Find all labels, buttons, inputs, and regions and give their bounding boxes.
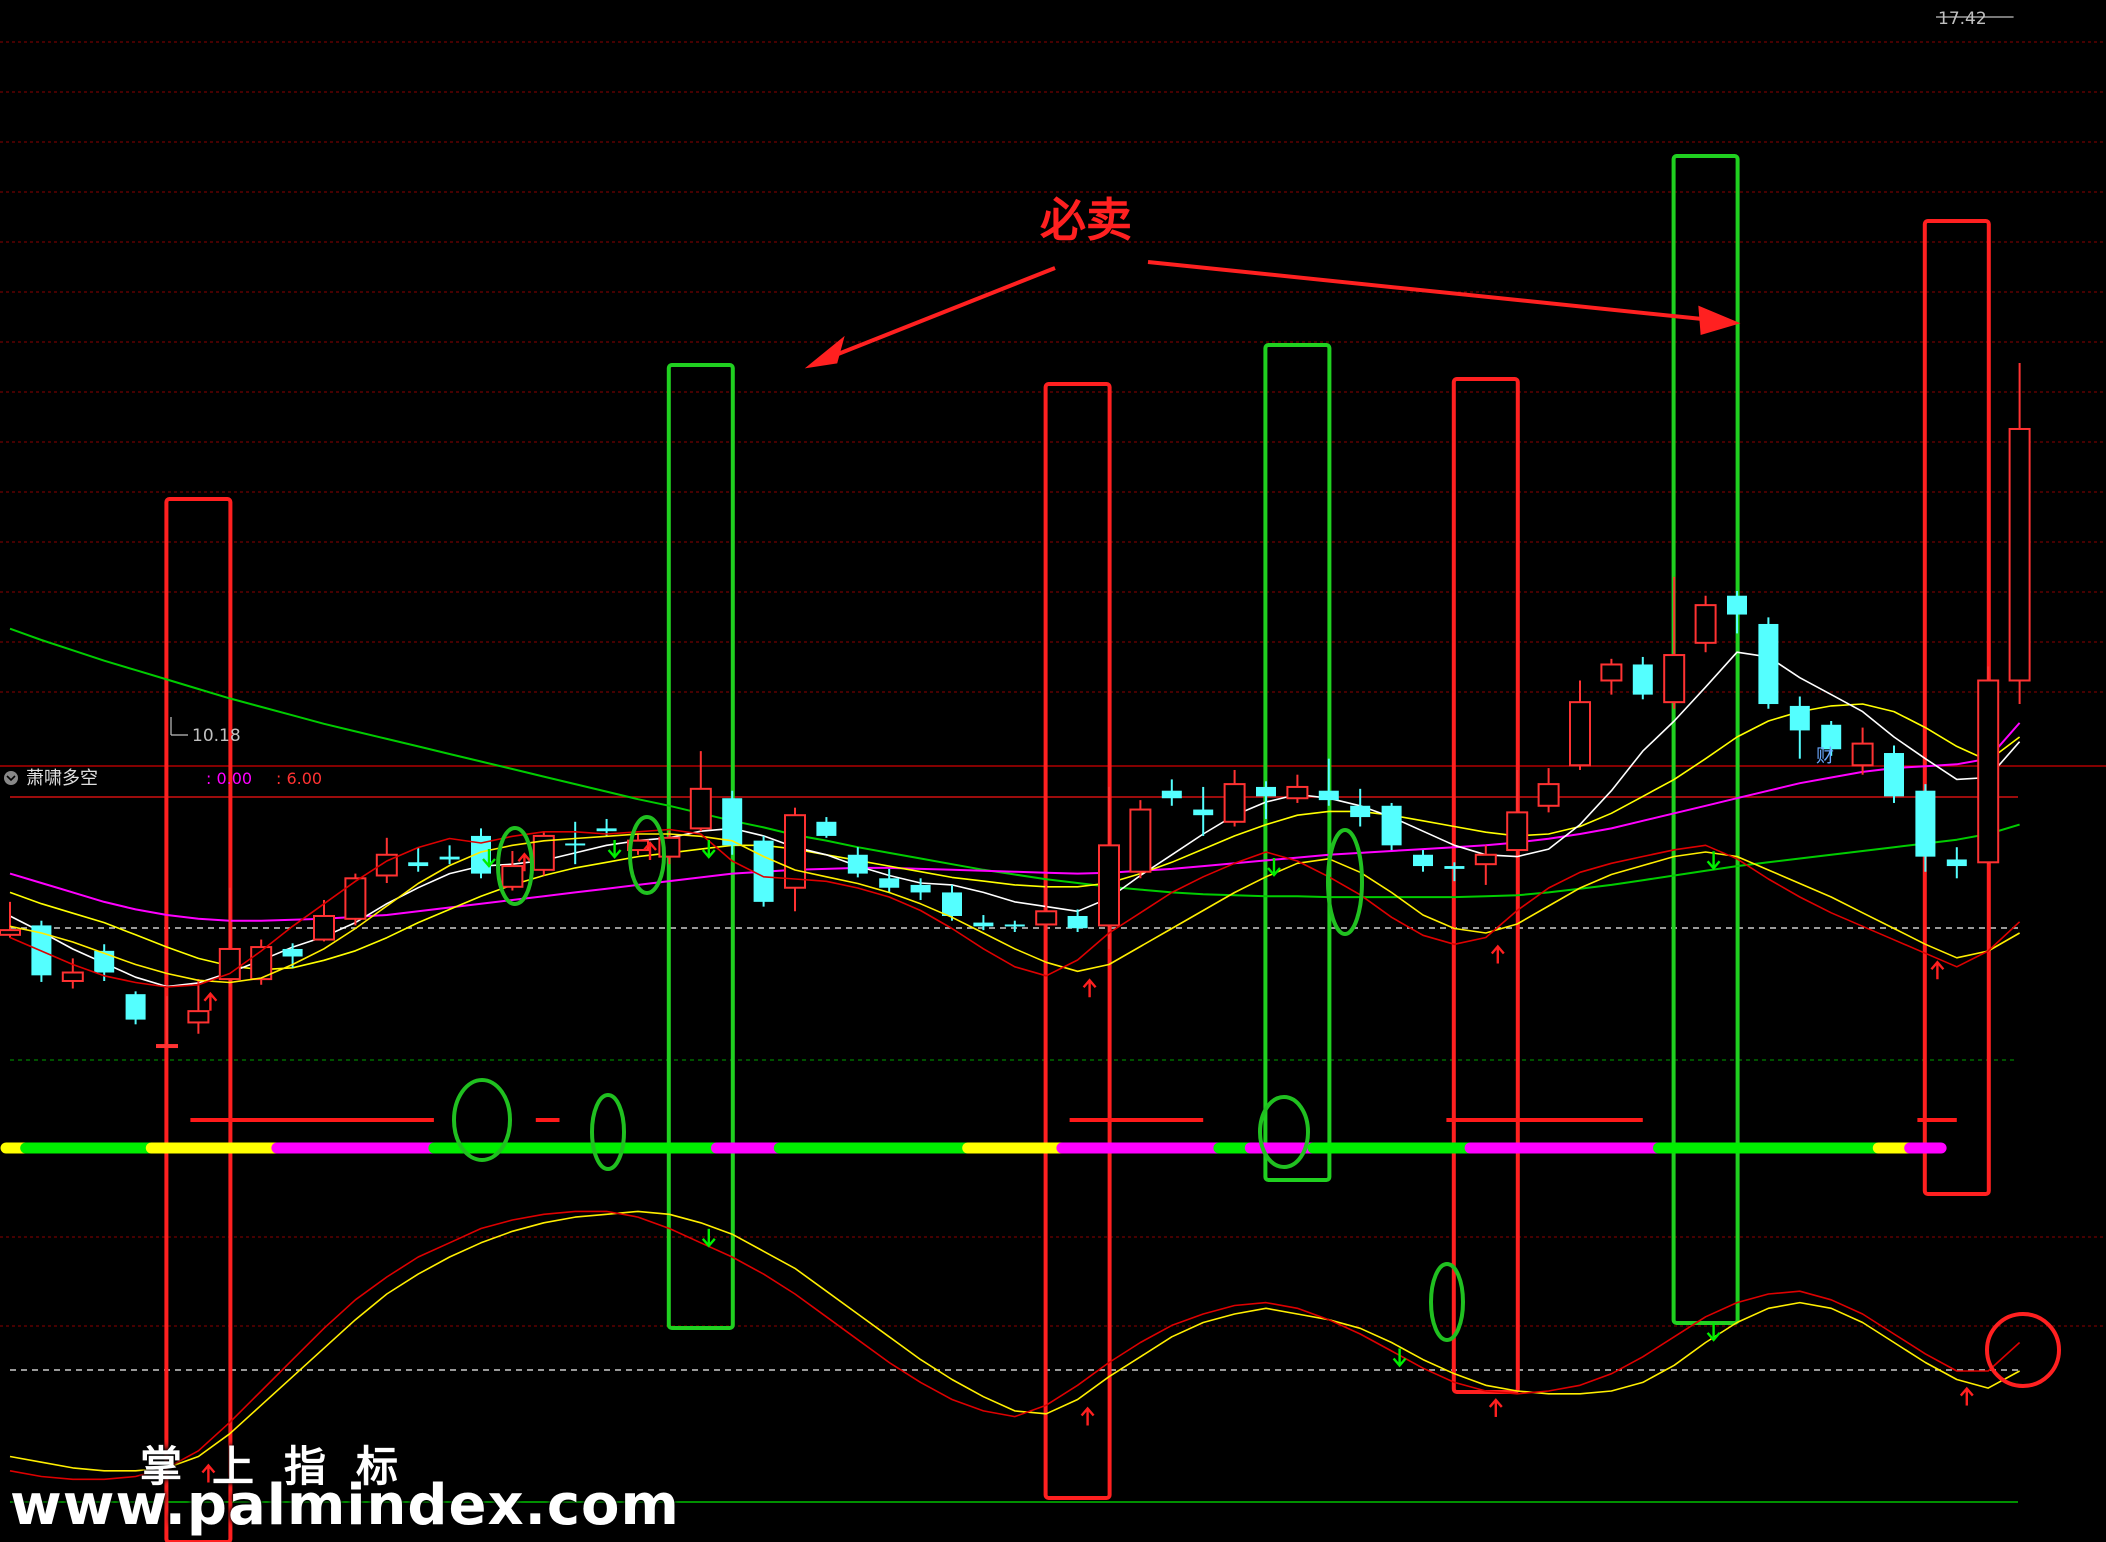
candle-body — [1223, 783, 1246, 823]
candle-body — [596, 828, 617, 832]
annotation-arrow-line — [827, 266, 1056, 360]
annotation-arrow-line — [1147, 260, 1713, 322]
ma60-line — [9, 627, 2020, 899]
annotation-arrows — [804, 260, 1741, 369]
candle-body — [125, 994, 146, 1020]
ma20-line — [9, 722, 2021, 922]
stock-chart: 必卖 17.42 10.18 财 萧啸多空 : 0.00 : 6.00 — [0, 9, 2106, 1542]
indicator-value-1: : 0.00 — [206, 769, 252, 788]
candle-body — [1694, 604, 1717, 644]
signal-arrows — [201, 840, 1974, 1483]
candle-body — [282, 948, 303, 957]
watermark-url: www.palmindex.com — [10, 1473, 680, 1538]
candle-body — [753, 840, 774, 902]
candle-body — [816, 821, 837, 836]
candle-body — [1318, 790, 1339, 801]
buy-signal-box — [1451, 377, 1520, 1394]
candle-body — [187, 1010, 210, 1024]
candle-body — [1474, 853, 1497, 866]
candle-body — [910, 884, 931, 893]
candle-body — [1161, 790, 1182, 799]
candle-body — [1758, 623, 1779, 705]
candle-body — [218, 947, 241, 981]
low-pointer — [170, 717, 188, 736]
green-highlight-ellipse — [1429, 1262, 1465, 1342]
candle-body — [1632, 664, 1653, 695]
candle-body — [1004, 924, 1025, 927]
candle-body — [1915, 790, 1936, 857]
candle-body — [1067, 915, 1088, 929]
candle-body — [1129, 808, 1152, 873]
candlesticks — [0, 16, 2031, 1049]
annotation-arrow-head — [1698, 305, 1741, 335]
candle-body — [565, 843, 586, 846]
candle-body — [439, 856, 460, 860]
collapse-icon[interactable] — [4, 771, 18, 785]
candle-body — [973, 922, 994, 927]
candle-body — [1193, 809, 1214, 816]
candle-body — [0, 929, 21, 936]
color-state-bar — [0, 1118, 1957, 1154]
ma5-line — [9, 651, 2021, 988]
candle-body — [1946, 859, 1967, 867]
candle-body — [1884, 753, 1904, 797]
annotation-arrow-head — [804, 335, 845, 369]
green-highlight-ellipse — [590, 1093, 626, 1171]
candle-body — [942, 892, 962, 916]
candle-body — [1663, 654, 1686, 704]
candle-body — [1977, 679, 2000, 864]
candle-body — [689, 787, 712, 830]
red-highlight-circle — [1985, 1312, 2061, 1388]
price-low-label: 10.18 — [192, 726, 241, 746]
candle-body — [784, 814, 806, 889]
candle-body — [2008, 427, 2031, 682]
candle-body — [1506, 811, 1529, 852]
indicator-value-2: : 6.00 — [276, 769, 322, 788]
candle-body — [313, 914, 335, 941]
candle-body — [847, 854, 868, 874]
green-highlight-ellipse — [1326, 828, 1364, 936]
candle-body — [1537, 783, 1560, 807]
candle-body — [1256, 786, 1276, 797]
candle-body — [879, 878, 900, 888]
candle-body — [1851, 742, 1874, 767]
candle-body — [61, 971, 84, 982]
price-high-label: 17.42 — [1938, 9, 1987, 29]
candle-body — [1098, 844, 1120, 927]
candle-body — [1727, 595, 1747, 615]
indicator-name: 萧啸多空 — [26, 768, 98, 789]
ind1-yellow-line — [9, 833, 2020, 984]
candle-body — [1350, 805, 1371, 818]
chart-labels: 必卖 17.42 10.18 财 萧啸多空 : 0.00 : 6.00 — [26, 9, 1987, 789]
candle-body — [156, 1044, 178, 1049]
candle-body — [1789, 705, 1810, 731]
candle-body — [1413, 854, 1433, 867]
candle-body — [501, 865, 524, 888]
moving-averages — [9, 627, 2021, 988]
candle-body — [1444, 866, 1465, 869]
candle-body — [344, 877, 367, 920]
annotation-text: 必卖 — [1040, 193, 1132, 247]
fin-badge: 财 — [1816, 746, 1834, 767]
candle-body — [1381, 805, 1402, 846]
candle-body — [1035, 910, 1058, 926]
candle-body — [1600, 663, 1623, 682]
sell-signal-box — [1263, 343, 1332, 1182]
candle-body — [1286, 785, 1309, 800]
candle-body — [1569, 701, 1591, 767]
highlight-circles — [452, 815, 2061, 1388]
candle-body — [408, 862, 429, 867]
candle-body — [722, 798, 743, 846]
